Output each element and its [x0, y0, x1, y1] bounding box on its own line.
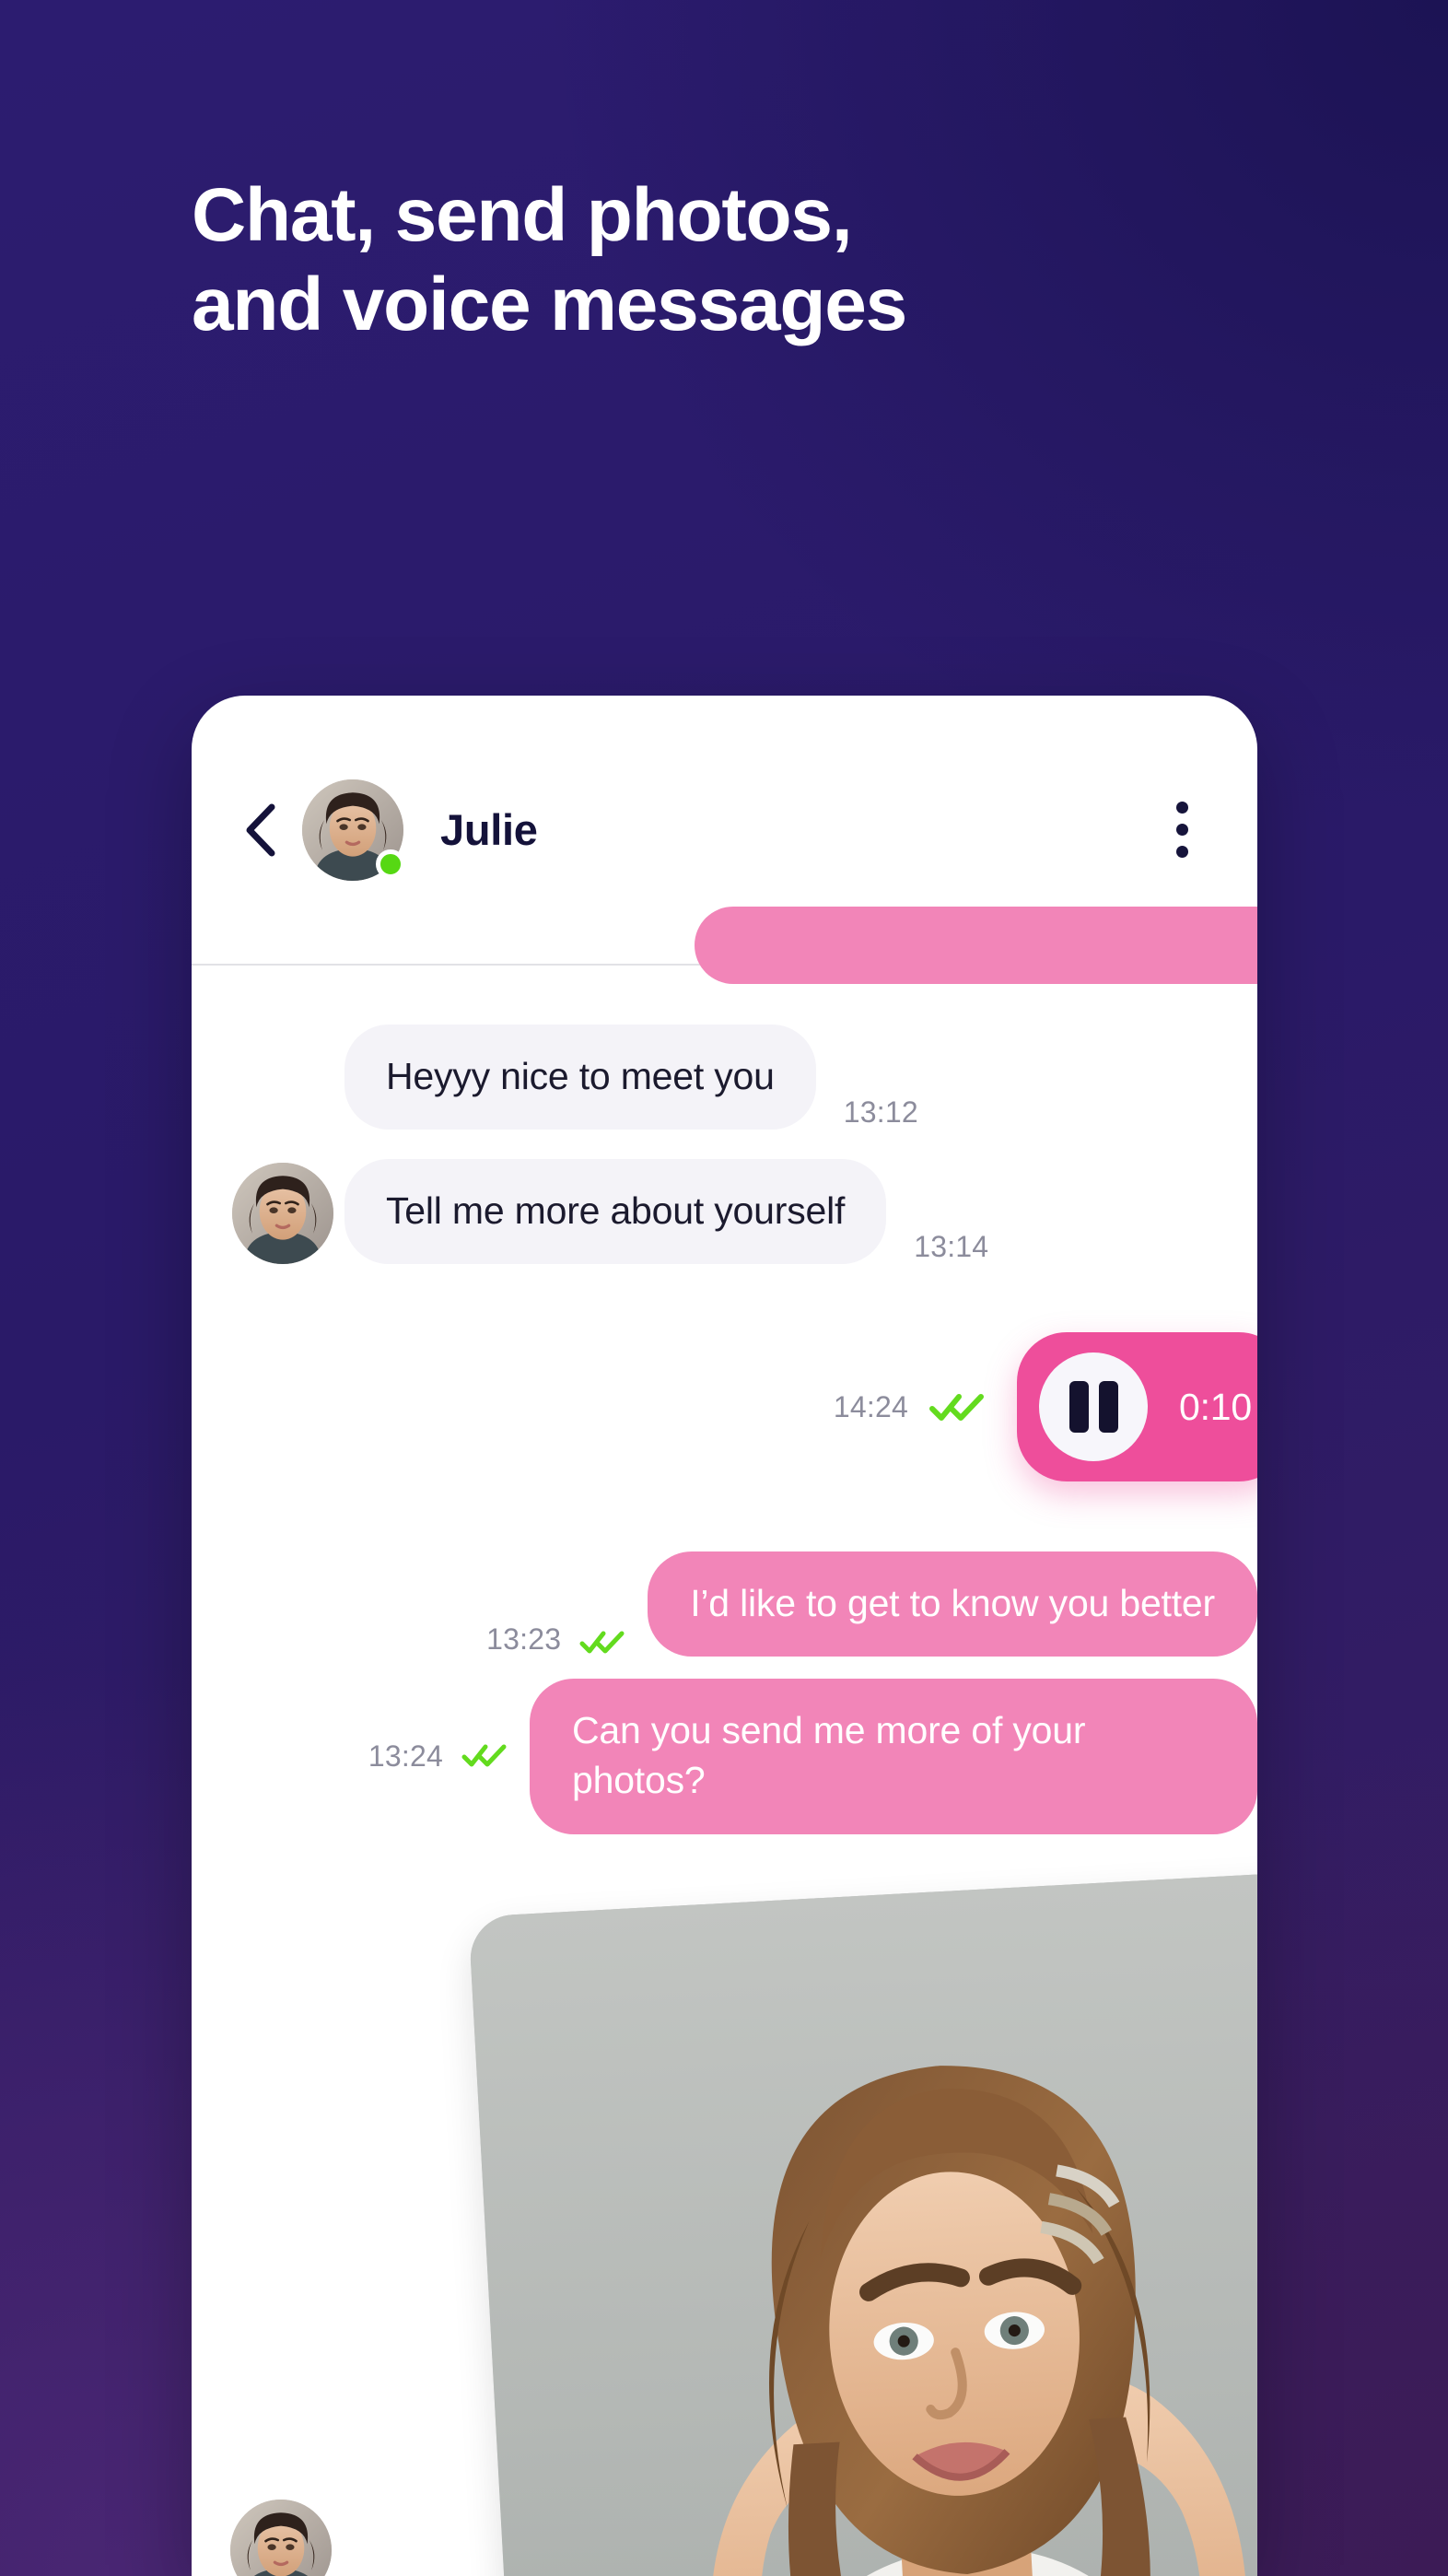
list-item[interactable]: 13:23 I’d like to get to know you better	[192, 1551, 1257, 1657]
message-timestamp: 13:23	[486, 1622, 562, 1657]
message-bubble[interactable]: Heyyy nice to meet you	[344, 1025, 816, 1130]
list-item[interactable]: Heyyy nice to meet you 13:12	[192, 1025, 1257, 1130]
clipped-message-bubble[interactable]	[695, 907, 1257, 984]
message-bubble[interactable]: I’d like to get to know you better	[648, 1551, 1257, 1657]
list-item[interactable]: 13:24 Can you send me more of your photo…	[192, 1679, 1257, 1834]
read-receipt-icon	[579, 1629, 625, 1657]
message-timestamp: 13:12	[843, 1095, 918, 1130]
message-timestamp: 13:14	[914, 1230, 989, 1264]
message-timestamp: 13:24	[368, 1739, 443, 1773]
message-bubble[interactable]: Can you send me more of your photos?	[530, 1679, 1257, 1834]
back-button[interactable]	[234, 803, 286, 857]
overflow-menu-icon	[1175, 802, 1188, 814]
list-item[interactable]: 14:24 0:10	[192, 1332, 1257, 1482]
list-item[interactable]: Tell me more about yourself 13:14	[192, 1159, 1257, 1265]
page-title: Julie	[440, 805, 538, 854]
phone-chat-card: Julie Heyyy nice to meet you 13:12 Tell …	[192, 696, 1257, 2576]
voice-message-bubble[interactable]: 0:10	[1017, 1332, 1257, 1482]
message-bubble[interactable]: Tell me more about yourself	[344, 1159, 887, 1265]
avatar[interactable]	[302, 779, 405, 881]
photo-message[interactable]	[468, 1867, 1257, 2576]
message-timestamp: 14:24	[833, 1389, 908, 1423]
avatar[interactable]	[230, 2499, 332, 2576]
read-receipt-icon	[928, 1391, 986, 1423]
promo-headline: Chat, send photos, and voice messages	[192, 173, 907, 346]
read-receipt-icon	[461, 1742, 508, 1770]
pause-icon[interactable]	[1039, 1352, 1148, 1462]
message-list[interactable]: Heyyy nice to meet you 13:12 Tell me mor…	[192, 907, 1257, 2576]
list-item[interactable]	[192, 1867, 1257, 2576]
voice-duration: 0:10	[1179, 1385, 1252, 1428]
avatar[interactable]	[232, 1163, 333, 1265]
chevron-left-icon	[244, 803, 275, 857]
overflow-menu-button[interactable]	[1154, 789, 1209, 872]
online-status-dot	[376, 849, 405, 879]
